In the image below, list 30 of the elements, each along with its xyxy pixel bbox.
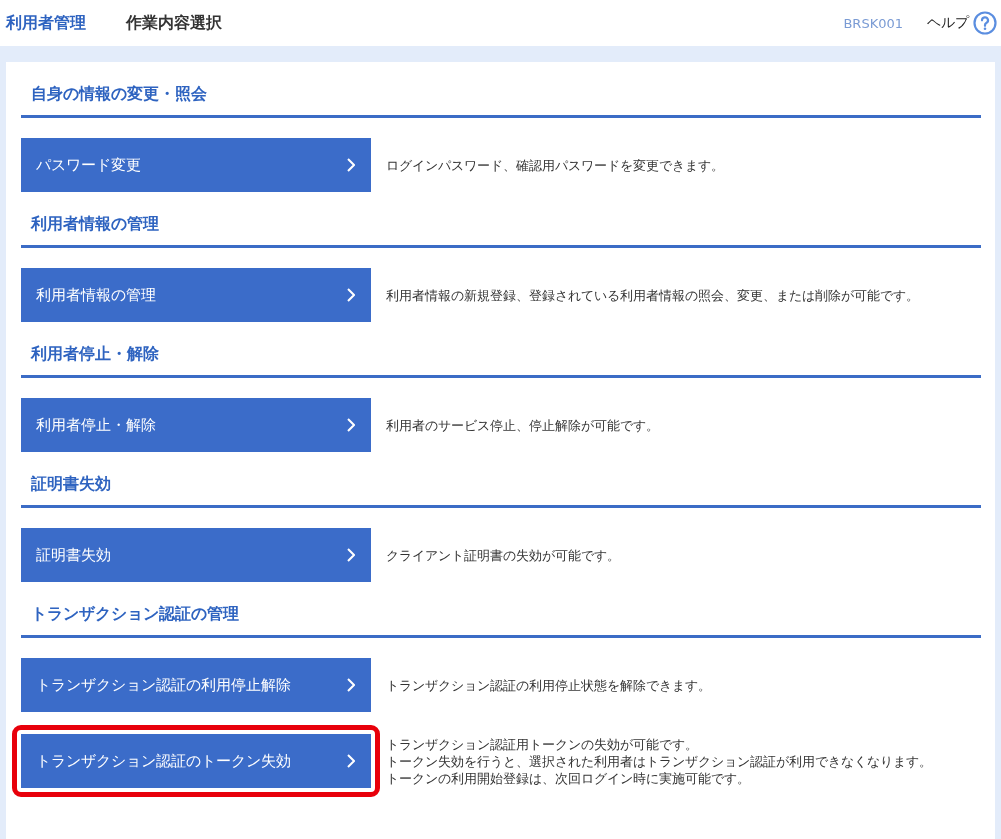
chevron-icon xyxy=(347,548,355,562)
breadcrumb-label: 利用者管理 xyxy=(6,12,86,34)
section-heading: 利用者停止・解除 xyxy=(21,344,981,378)
section-heading: 証明書失効 xyxy=(21,474,981,508)
menu-button[interactable]: トランザクション認証の利用停止解除 xyxy=(21,658,371,712)
chevron-icon xyxy=(347,754,355,768)
chevron-icon xyxy=(347,418,355,432)
description-text: トランザクション認証の利用停止状態を解除できます。 xyxy=(386,676,711,694)
description-text: トークンの利用開始登録は、次回ログイン時に実施可能です。 xyxy=(386,769,751,787)
section-heading: 自身の情報の変更・照会 xyxy=(21,84,981,118)
menu-button[interactable]: 利用者情報の管理 xyxy=(21,268,371,322)
help-icon[interactable] xyxy=(973,11,997,35)
description-text: クライアント証明書の失効が可能です。 xyxy=(386,546,620,564)
menu-button[interactable]: パスワード変更 xyxy=(21,138,371,192)
description-text: 利用者のサービス停止、停止解除が可能です。 xyxy=(386,416,659,434)
chevron-icon xyxy=(347,678,355,692)
chevron-icon xyxy=(347,288,355,302)
description-text: トークン失効を行うと、選択された利用者はトランザクション認証が利用できなくなります。 xyxy=(386,752,932,770)
description-text: トランザクション認証用トークンの失効が可能です。 xyxy=(386,735,699,753)
description-text: ログインパスワード、確認用パスワードを変更できます。 xyxy=(386,156,724,174)
help-link[interactable]: ヘルプ xyxy=(927,14,969,32)
menu-button[interactable]: 証明書失効 xyxy=(21,528,371,582)
menu-button[interactable]: 利用者停止・解除 xyxy=(21,398,371,452)
screen-id: BRSK001 xyxy=(843,15,903,31)
page-title: 作業内容選択 xyxy=(126,12,222,34)
chevron-icon xyxy=(347,158,355,172)
section-heading: 利用者情報の管理 xyxy=(21,214,981,248)
menu-button[interactable]: トランザクション認証のトークン失効 xyxy=(21,734,371,788)
description-text: 利用者情報の新規登録、登録されている利用者情報の照会、変更、または削除が可能です。 xyxy=(386,286,919,304)
section-heading: トランザクション認証の管理 xyxy=(21,604,981,638)
